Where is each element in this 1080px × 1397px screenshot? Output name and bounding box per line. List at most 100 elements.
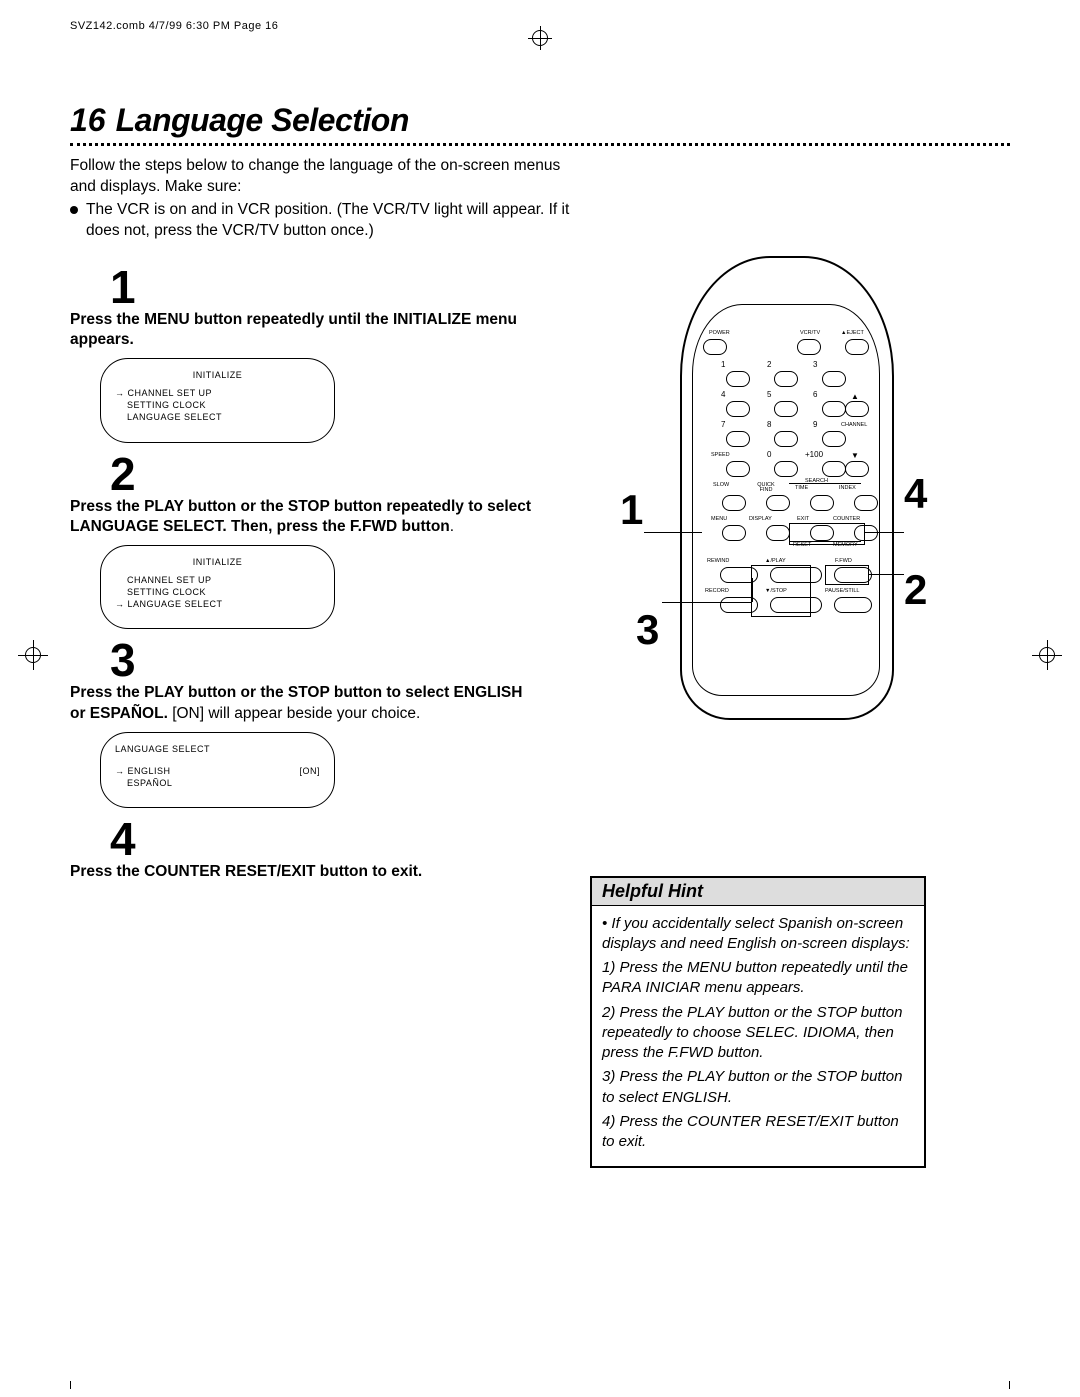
power-button[interactable] <box>703 339 727 355</box>
quick-find-button[interactable] <box>766 495 790 511</box>
num-8: 8 <box>767 421 771 429</box>
page-title: Language Selection <box>116 102 409 139</box>
remote-illustration: POWER VCR/TV ▲EJECT 1 2 3 <box>650 256 920 726</box>
step-3-number: 3 <box>110 637 540 683</box>
channel-up-button[interactable] <box>845 401 869 417</box>
btn-plus100[interactable] <box>822 461 846 477</box>
num-5: 5 <box>767 391 771 399</box>
btn-7[interactable] <box>726 431 750 447</box>
lbl-power: POWER <box>709 331 730 337</box>
hint-step3: 3) Press the PLAY button or the STOP but… <box>602 1067 914 1108</box>
osd-initialize-1: INITIALIZE CHANNEL SET UP SETTING CLOCK … <box>100 358 335 443</box>
btn-9[interactable] <box>822 431 846 447</box>
callout-2: 2 <box>904 566 927 614</box>
lbl-rewind: REWIND <box>707 559 729 565</box>
helpful-hint-box: Helpful Hint • If you accidentally selec… <box>590 876 926 1169</box>
btn-8[interactable] <box>774 431 798 447</box>
osd3-line2: ESPAÑOL <box>115 777 320 789</box>
step-1-text: Press the MENU button repeatedly until t… <box>70 310 540 350</box>
arrow-down-icon: ▼ <box>851 452 859 460</box>
osd3-line1: ENGLISH[ON] <box>115 765 320 777</box>
osd2-line1: CHANNEL SET UP <box>115 574 320 586</box>
callout-3: 3 <box>636 606 659 654</box>
intro-text: Follow the steps below to change the lan… <box>70 156 590 198</box>
hint-intro: • If you accidentally select Spanish on-… <box>602 914 914 955</box>
menu-button[interactable] <box>722 525 746 541</box>
btn-6[interactable] <box>822 401 846 417</box>
callout-1: 1 <box>620 486 643 534</box>
osd2-line2: SETTING CLOCK <box>115 586 320 598</box>
print-header: SVZ142.comb 4/7/99 6:30 PM Page 16 <box>70 20 1010 32</box>
hint-title: Helpful Hint <box>592 878 924 906</box>
osd1-line3: LANGUAGE SELECT <box>115 411 320 423</box>
step-4-number: 4 <box>110 816 540 862</box>
btn-2[interactable] <box>774 371 798 387</box>
bullet-text: The VCR is on and in VCR position. (The … <box>86 200 590 242</box>
lbl-speed: SPEED <box>711 453 730 459</box>
num-9: 9 <box>813 421 817 429</box>
lbl-menu: MENU <box>711 517 727 523</box>
highlight-ffwd <box>825 565 869 585</box>
page-number: 16 <box>70 102 106 139</box>
osd2-line3: LANGUAGE SELECT <box>115 598 320 610</box>
num-0: 0 <box>767 451 771 459</box>
lbl-index: INDEX <box>839 486 856 492</box>
osd1-line2: SETTING CLOCK <box>115 399 320 411</box>
lbl-slow: SLOW <box>713 483 729 489</box>
vcrtv-button[interactable] <box>797 339 821 355</box>
step-3-text: Press the PLAY button or the STOP button… <box>70 683 540 723</box>
lbl-time: TIME <box>795 486 808 492</box>
osd3-title: LANGUAGE SELECT <box>115 743 320 755</box>
channel-down-button[interactable] <box>845 461 869 477</box>
slow-button[interactable] <box>722 495 746 511</box>
lbl-exit: EXIT <box>797 517 809 523</box>
lbl-vcrtv: VCR/TV <box>800 331 820 337</box>
osd1-line1: CHANNEL SET UP <box>115 387 320 399</box>
lbl-channel: CHANNEL <box>841 423 867 429</box>
osd-language-select: LANGUAGE SELECT ENGLISH[ON] ESPAÑOL <box>100 732 335 808</box>
lbl-ffwd: F.FWD <box>835 559 852 565</box>
highlight-play-stop <box>751 565 811 617</box>
step-1-number: 1 <box>110 264 540 310</box>
lbl-display: DISPLAY <box>749 517 772 523</box>
bullet-icon <box>70 206 78 214</box>
hint-step4: 4) Press the COUNTER RESET/EXIT button t… <box>602 1112 914 1153</box>
index-search-button[interactable] <box>854 495 878 511</box>
osd1-title: INITIALIZE <box>115 369 320 381</box>
step-2-text: Press the PLAY button or the STOP button… <box>70 497 540 537</box>
num-1: 1 <box>721 361 725 369</box>
speed-button[interactable] <box>726 461 750 477</box>
display-button[interactable] <box>766 525 790 541</box>
pause-button[interactable] <box>834 597 872 613</box>
num-plus100: +100 <box>805 451 823 459</box>
lbl-eject: ▲EJECT <box>841 331 864 337</box>
hint-step2: 2) Press the PLAY button or the STOP but… <box>602 1003 914 1064</box>
eject-button[interactable] <box>845 339 869 355</box>
btn-0[interactable] <box>774 461 798 477</box>
num-2: 2 <box>767 361 771 369</box>
step-2-number: 2 <box>110 451 540 497</box>
lbl-record: RECORD <box>705 589 729 595</box>
osd2-title: INITIALIZE <box>115 556 320 568</box>
num-7: 7 <box>721 421 725 429</box>
lbl-counter: COUNTER <box>833 517 860 523</box>
hint-step1: 1) Press the MENU button repeatedly unti… <box>602 958 914 999</box>
time-search-button[interactable] <box>810 495 834 511</box>
arrow-up-icon: ▲ <box>851 393 859 401</box>
steps-column: 1 Press the MENU button repeatedly until… <box>70 256 540 1169</box>
btn-4[interactable] <box>726 401 750 417</box>
btn-3[interactable] <box>822 371 846 387</box>
callout-4: 4 <box>904 470 927 518</box>
dotted-rule <box>70 143 1010 146</box>
btn-1[interactable] <box>726 371 750 387</box>
btn-5[interactable] <box>774 401 798 417</box>
step-4-text: Press the COUNTER RESET/EXIT button to e… <box>70 862 540 882</box>
num-4: 4 <box>721 391 725 399</box>
highlight-exit-counter <box>789 523 865 545</box>
num-6: 6 <box>813 391 817 399</box>
osd-initialize-2: INITIALIZE CHANNEL SET UP SETTING CLOCK … <box>100 545 335 630</box>
num-3: 3 <box>813 361 817 369</box>
lbl-quick: QUICK FIND <box>753 483 779 494</box>
lbl-play: ▲/PLAY <box>765 559 786 565</box>
lbl-pause: PAUSE/STILL <box>825 589 859 595</box>
